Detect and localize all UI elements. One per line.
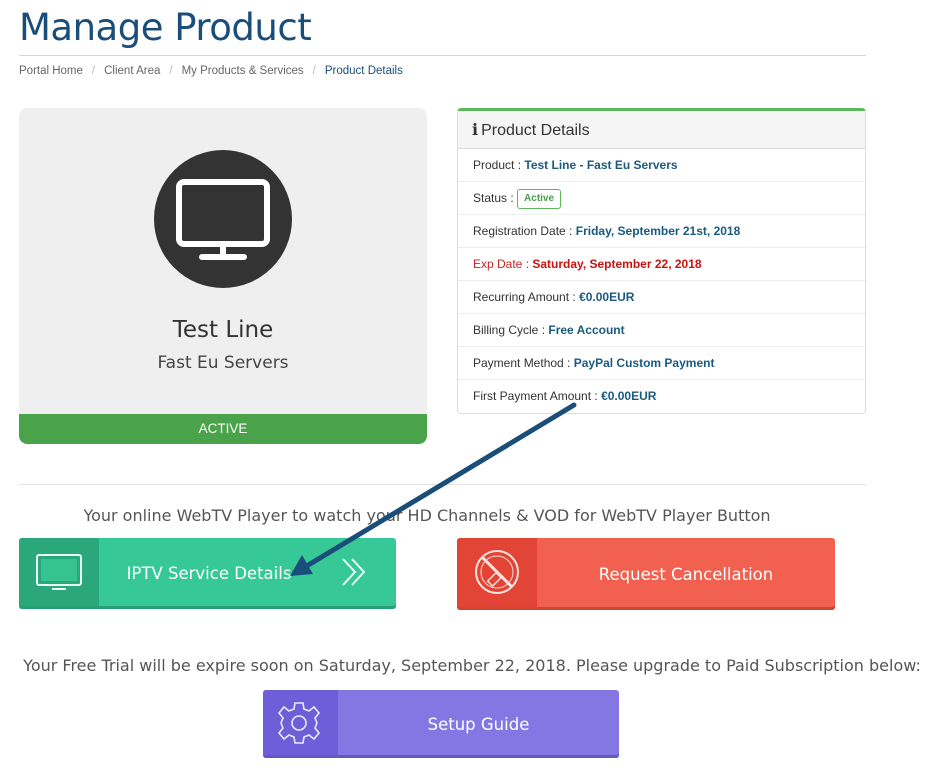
free-trial-notice: Your Free Trial will be expire soon on S…: [23, 656, 921, 675]
detail-value: €0.00EUR: [579, 290, 635, 304]
detail-row-first-payment: First Payment Amount : €0.00EUR: [458, 380, 865, 412]
detail-row-product: Product : Test Line - Fast Eu Servers: [458, 149, 865, 182]
detail-row-billing-cycle: Billing Cycle : Free Account: [458, 314, 865, 347]
status-badge: Active: [517, 188, 562, 209]
request-cancellation-button[interactable]: Request Cancellation: [457, 538, 835, 610]
detail-label: Billing Cycle :: [473, 323, 546, 337]
detail-row-payment-method: Payment Method : PayPal Custom Payment: [458, 347, 865, 380]
ban-icon: [457, 538, 537, 607]
detail-row-expiry: Exp Date : Saturday, September 22, 2018: [458, 248, 865, 281]
setup-button-label: Setup Guide: [427, 714, 530, 734]
breadcrumb-separator: /: [312, 65, 316, 77]
breadcrumb-separator: /: [91, 65, 96, 77]
detail-label: Payment Method :: [473, 356, 571, 370]
detail-value: Free Account: [548, 323, 625, 337]
breadcrumb-current: Product Details: [324, 65, 403, 77]
product-card: Test Line Fast Eu Servers ACTIVE: [19, 108, 427, 444]
title-divider: [19, 55, 866, 56]
detail-value: PayPal Custom Payment: [573, 356, 715, 370]
detail-value: Friday, September 21st, 2018: [575, 224, 741, 238]
product-group: Fast Eu Servers: [157, 353, 289, 373]
detail-row-registration: Registration Date : Friday, September 21…: [458, 215, 865, 248]
detail-row-status: Status : Active: [458, 182, 865, 215]
gear-icon: [263, 690, 338, 755]
iptv-button-label: IPTV Service Details: [126, 564, 292, 583]
detail-label: Recurring Amount :: [473, 290, 576, 304]
detail-value: Saturday, September 22, 2018: [532, 257, 702, 271]
detail-label: Exp Date :: [473, 257, 530, 271]
webtv-note: Your online WebTV Player to watch your H…: [83, 506, 771, 525]
page-title: Manage Product: [19, 6, 312, 49]
double-chevron-right-icon: [342, 558, 366, 586]
section-divider: [19, 484, 866, 485]
product-name: Test Line: [172, 317, 274, 343]
breadcrumb: Portal Home / Client Area / My Products & Se…: [19, 65, 403, 77]
product-status-bar: ACTIVE: [19, 414, 427, 444]
detail-label: Product :: [473, 158, 522, 172]
info-icon: i: [472, 120, 479, 139]
setup-guide-button[interactable]: Setup Guide: [263, 690, 619, 758]
product-details-heading: i Product Details: [458, 111, 865, 149]
detail-label: Status :: [473, 191, 514, 205]
product-details-panel: i Product Details Product : Test Line - F…: [457, 108, 866, 414]
detail-value: Test Line - Fast Eu Servers: [524, 158, 678, 172]
detail-label: Registration Date :: [473, 224, 573, 238]
breadcrumb-client-area[interactable]: Client Area: [104, 65, 160, 77]
iptv-service-details-button[interactable]: IPTV Service Details: [19, 538, 396, 609]
product-card-body: Test Line Fast Eu Servers: [19, 108, 427, 414]
breadcrumb-separator: /: [169, 65, 173, 77]
detail-label: First Payment Amount :: [473, 389, 598, 403]
detail-row-recurring: Recurring Amount : €0.00EUR: [458, 281, 865, 314]
breadcrumb-portal-home[interactable]: Portal Home: [19, 65, 83, 77]
detail-value: €0.00EUR: [601, 389, 657, 403]
tv-icon: [19, 538, 99, 606]
breadcrumb-my-products[interactable]: My Products & Services: [182, 65, 304, 77]
product-details-title: Product Details: [481, 122, 590, 139]
cancel-button-label: Request Cancellation: [598, 564, 774, 584]
monitor-icon: [154, 150, 292, 288]
